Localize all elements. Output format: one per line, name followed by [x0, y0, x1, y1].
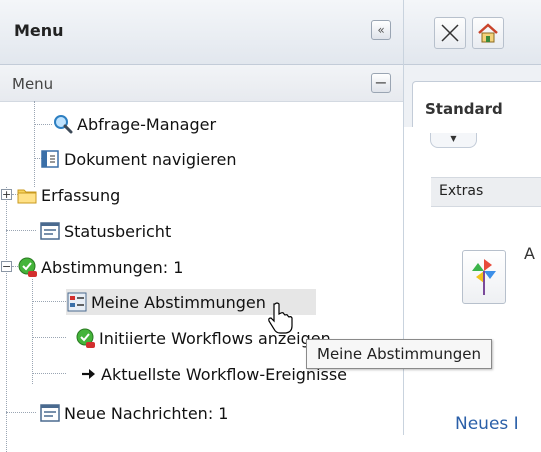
report-icon — [39, 402, 61, 424]
tree-item-abfrage-manager[interactable]: Abfrage-Manager — [52, 111, 216, 137]
tree-item-label: Abfrage-Manager — [77, 114, 217, 134]
pinwheel-icon — [472, 259, 496, 295]
document-navigate-icon — [39, 148, 61, 170]
tree-item-label: Neue Nachrichten: 1 — [64, 403, 229, 423]
extras-label: Extras — [439, 183, 484, 199]
close-icon — [441, 24, 459, 42]
tree-item-label: Abstimmungen: 1 — [41, 257, 184, 277]
folder-icon — [16, 184, 38, 206]
minus-icon: − — [2, 260, 12, 273]
tooltip: Meine Abstimmungen — [306, 339, 492, 369]
minus-icon: − — [374, 73, 388, 92]
extras-bar: Extras — [431, 177, 541, 207]
widget-label: A — [524, 244, 535, 263]
my-votes-icon — [66, 291, 88, 313]
tree-item-label: Erfassung — [41, 185, 121, 205]
toolbar — [404, 0, 541, 65]
menu-header: Menu « — [0, 0, 403, 65]
content-panel: Standard ▼ Extras A Neues I — [404, 0, 541, 435]
dropdown-toggle[interactable]: ▼ — [430, 133, 477, 148]
tree-item-label: Statusbericht — [64, 221, 172, 241]
collapse-panel-button[interactable]: « — [371, 20, 391, 40]
arrow-right-icon — [80, 363, 98, 385]
menu-subheader-title: Menu — [12, 75, 54, 93]
menu-panel: Menu « Menu − + − Abfrage-Manager Dokume… — [0, 0, 404, 452]
menu-title: Menu — [14, 21, 64, 40]
pinwheel-widget-button[interactable] — [462, 250, 506, 304]
collapse-section-button[interactable]: − — [371, 73, 391, 93]
double-chevron-left-icon: « — [377, 23, 385, 37]
tab-bar: Standard — [404, 65, 541, 127]
neues-link[interactable]: Neues I — [455, 414, 519, 434]
tree-item-label: Meine Abstimmungen — [91, 292, 266, 312]
chevron-down-icon: ▼ — [450, 134, 457, 143]
menu-subheader[interactable]: Menu − — [0, 65, 403, 102]
hand-cursor-icon — [268, 302, 293, 334]
close-button[interactable] — [434, 17, 466, 49]
report-icon — [39, 220, 61, 242]
workflow-check-icon — [74, 327, 96, 349]
plus-icon: + — [2, 188, 12, 201]
home-icon — [478, 23, 498, 43]
menu-tree: + − Abfrage-Manager Dokument navigieren … — [0, 101, 403, 452]
tree-item-label: Dokument navigieren — [64, 149, 237, 169]
tree-item-neue-nachrichten[interactable]: Neue Nachrichten: 1 — [39, 400, 228, 426]
tab-standard[interactable]: Standard — [412, 81, 541, 127]
tree-item-erfassung[interactable]: Erfassung — [16, 182, 120, 208]
tree-item-dokument-navigieren[interactable]: Dokument navigieren — [39, 146, 236, 172]
home-button[interactable] — [472, 17, 504, 49]
expand-erfassung-button[interactable]: + — [1, 189, 12, 200]
collapse-abstimmungen-button[interactable]: − — [1, 261, 12, 272]
approval-check-icon — [16, 256, 38, 278]
magnifier-icon — [52, 113, 74, 135]
tree-item-abstimmungen[interactable]: Abstimmungen: 1 — [16, 254, 183, 280]
tree-item-statusbericht[interactable]: Statusbericht — [39, 218, 171, 244]
